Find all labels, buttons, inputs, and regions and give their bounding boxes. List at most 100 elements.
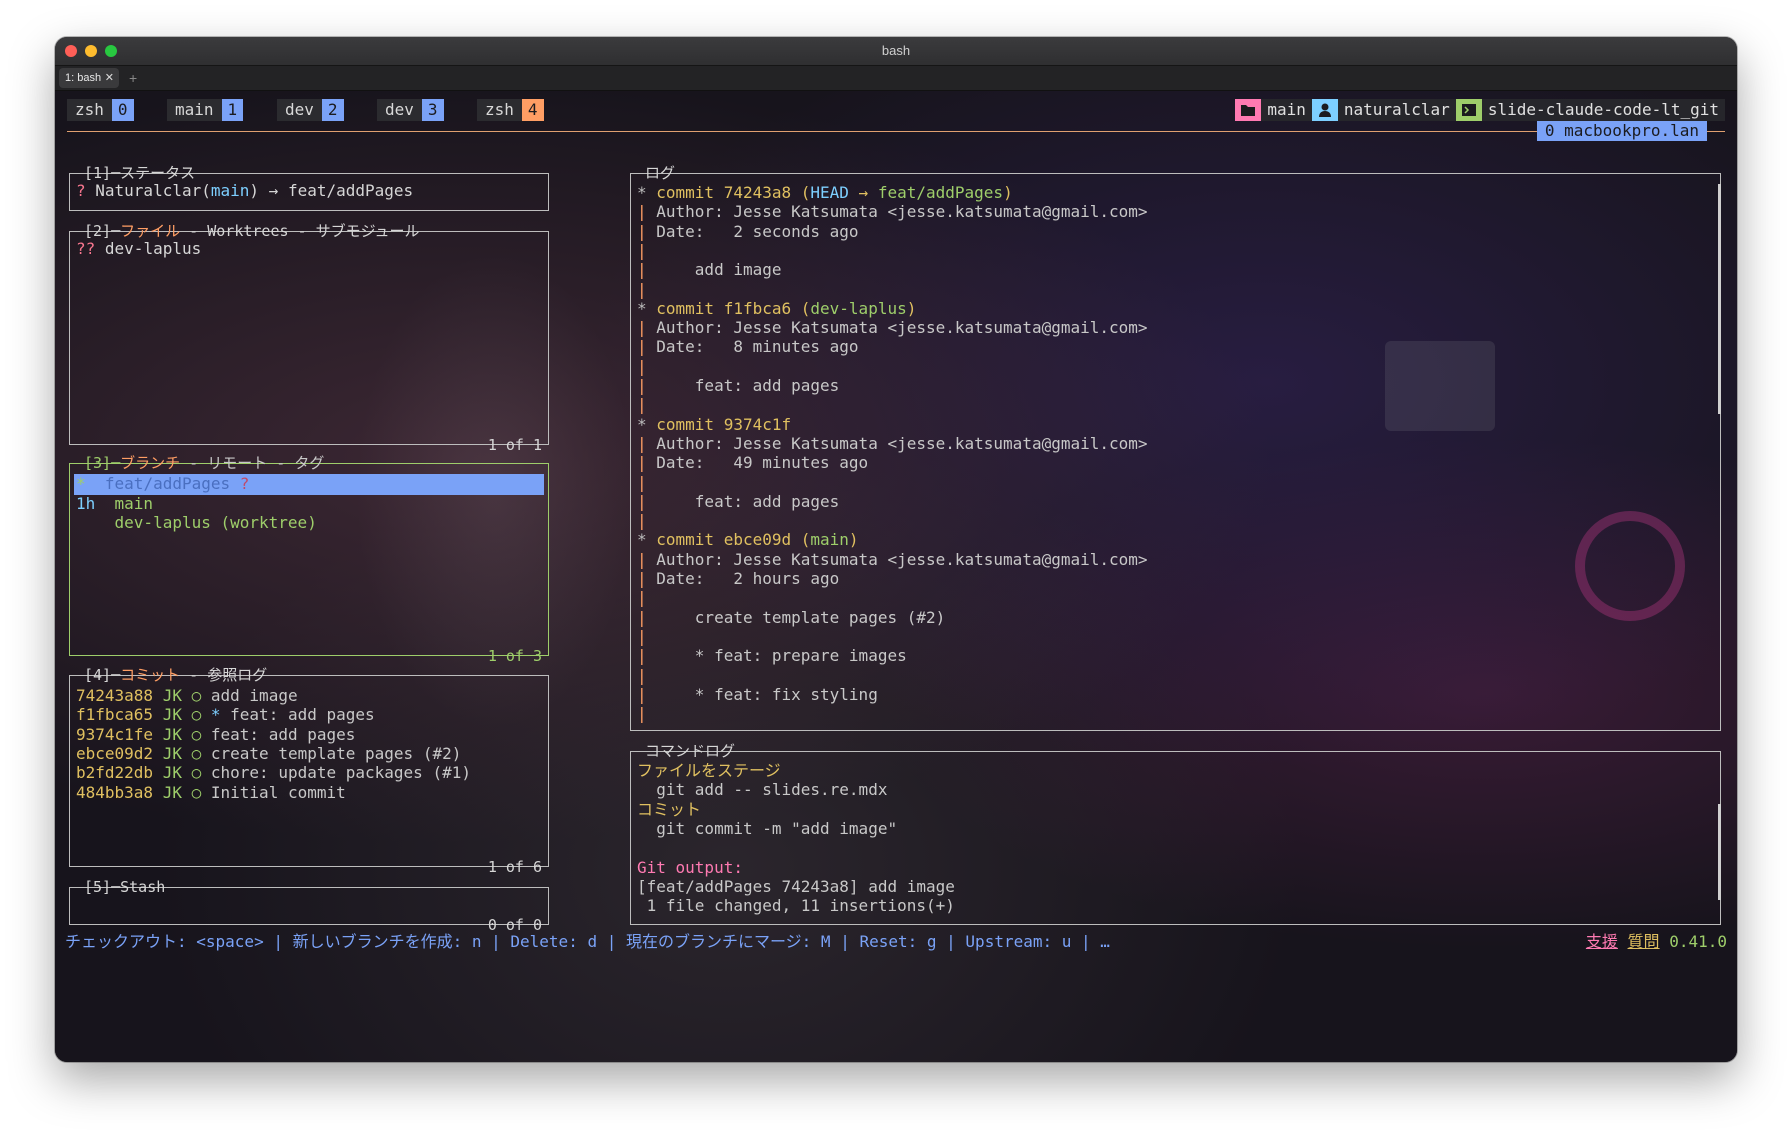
graph-glyph: * xyxy=(637,414,657,434)
commit-author: JK xyxy=(162,724,182,744)
donate-link[interactable]: 支援 xyxy=(1586,932,1618,951)
log-line: | create template pages (#2) xyxy=(637,607,945,629)
tmux-window-2[interactable]: dev 2 xyxy=(277,99,344,121)
log-text: ) xyxy=(1003,183,1013,202)
graph-glyph: | xyxy=(637,472,657,492)
commit-author: JK xyxy=(162,705,182,725)
branch-age: 1h xyxy=(76,494,96,513)
graph-glyph: * xyxy=(637,183,657,202)
tmux-window-4[interactable]: zsh 4 xyxy=(477,99,544,121)
log-text: HEAD xyxy=(810,183,849,202)
command-log-scrollbar[interactable] xyxy=(1718,804,1721,900)
command-log-panel[interactable]: コマンドログ ファイルをステージ git add -- slides.re.md… xyxy=(630,742,1721,925)
commits-panel[interactable]: [4]─コミット - 参照ログ 74243a88 JK ○ add image f… xyxy=(69,666,549,876)
log-panel[interactable]: ログ * commit 74243a8 (HEAD → feat/addPage… xyxy=(630,164,1721,731)
log-text: add image xyxy=(656,260,782,280)
ask-question-link[interactable]: 質問 xyxy=(1628,932,1660,951)
graph-glyph: | xyxy=(637,318,657,338)
host-badge: 0 macbookpro.lan xyxy=(1536,121,1707,141)
graph-glyph: | xyxy=(637,240,657,260)
status-divider xyxy=(67,131,1725,132)
graph-glyph: | xyxy=(637,665,657,685)
tab-branches[interactable]: ブランチ xyxy=(120,454,180,472)
commit-graph-node: ○ xyxy=(191,743,202,763)
commit-author: JK xyxy=(162,763,182,783)
session-name: main xyxy=(1261,99,1312,121)
commit-message: feat: add pages xyxy=(210,724,356,744)
files-count: 1 of 1 xyxy=(487,436,542,454)
keybinding-bar: チェックアウト: <space> | 新しいブランチを作成: n | Delet… xyxy=(65,931,1727,953)
terminal-area: zsh 0 main 1 dev 2 dev 3 zsh 4 main naturalcl… xyxy=(55,91,1737,1062)
log-line: | Date: 2 seconds ago xyxy=(637,221,859,243)
stash-panel[interactable]: [5]─Stash 0 of 0 xyxy=(69,878,549,934)
command-log-title: コマンドログ xyxy=(645,742,736,760)
window-index: 1 xyxy=(221,99,244,121)
branch-name: main xyxy=(114,494,154,513)
log-line: | xyxy=(637,703,656,725)
branch-item-selected[interactable]: * feat/addPages ? xyxy=(76,473,249,495)
graph-glyph: | xyxy=(637,491,657,511)
status-panel[interactable]: [1]─ステータス ? Naturalclar(main) → feat/add… xyxy=(69,164,549,211)
window-index: 2 xyxy=(321,99,344,121)
command-log-line: git commit -m "add image" xyxy=(637,818,898,838)
tab-bash[interactable]: 1: bash ✕ xyxy=(59,68,119,88)
tmux-right-status: main naturalclar slide-claude-code-lt_gi… xyxy=(1235,99,1725,121)
file-item[interactable]: ?? dev-laplus xyxy=(76,238,201,260)
log-text: Author: Jesse Katsumata <jesse.katsumata… xyxy=(656,549,1148,569)
branch-name: feat/addPages xyxy=(104,474,231,493)
graph-glyph: | xyxy=(637,221,657,241)
log-text: * feat: prepare images xyxy=(656,646,907,666)
close-tab-icon[interactable]: ✕ xyxy=(105,68,114,88)
log-text: ) xyxy=(906,298,917,318)
branch-item[interactable]: dev-laplus (worktree) xyxy=(76,512,317,534)
commit-author: JK xyxy=(162,686,182,705)
commit-hash: b2fd22db xyxy=(76,763,154,783)
commit-author: JK xyxy=(162,782,182,802)
log-text: feat/addPages xyxy=(877,183,1004,202)
arrow: → xyxy=(259,181,288,200)
commit-graph-node: ○ xyxy=(191,763,202,783)
terminal-window: bash 1: bash ✕ + zsh 0 main 1 dev 2 dev 3 zs… xyxy=(55,37,1737,1062)
commit-graph-node: ○ xyxy=(191,782,202,802)
tmux-window-0[interactable]: zsh 0 xyxy=(67,99,134,121)
new-tab-button[interactable]: + xyxy=(129,68,137,88)
panel-subtabs[interactable]: - リモート - タグ xyxy=(180,454,324,472)
paren-close: ) xyxy=(249,181,260,200)
log-line: | Date: 2 hours ago xyxy=(637,568,839,590)
graph-glyph: | xyxy=(637,376,657,395)
tmux-window-3[interactable]: dev 3 xyxy=(377,99,444,121)
folder-icon xyxy=(1235,99,1262,121)
graph-glyph: | xyxy=(637,337,657,357)
commit-row[interactable]: 484bb3a8 JK ○ Initial commit xyxy=(76,782,346,804)
log-text: * feat: fix styling xyxy=(656,684,878,704)
user-name: naturalclar xyxy=(1337,99,1456,121)
branches-panel[interactable]: [3]─ブランチ - リモート - タグ * feat/addPages ? 1… xyxy=(69,454,549,665)
tab-commits[interactable]: コミット xyxy=(120,666,180,684)
log-line: | add image xyxy=(637,259,782,281)
files-panel[interactable]: [2]─ファイル - Worktrees - サブモジュール ?? dev-la… xyxy=(69,222,549,454)
window-index: 0 xyxy=(111,99,134,121)
status-prefix: ? xyxy=(76,181,96,200)
log-text: main xyxy=(810,530,849,550)
panel-subtabs[interactable]: - Worktrees - サブモジュール xyxy=(180,222,419,240)
tab-bar: 1: bash ✕ + xyxy=(55,66,1737,91)
log-text: Date: 2 hours ago xyxy=(656,569,840,588)
log-scrollbar[interactable] xyxy=(1718,184,1721,414)
tmux-window-1[interactable]: main 1 xyxy=(167,99,244,121)
user-icon xyxy=(1311,99,1338,121)
log-text: Date: 49 minutes ago xyxy=(656,453,869,473)
panel-subtabs[interactable]: - 参照ログ xyxy=(180,666,267,684)
commit-hash: 9374c1fe xyxy=(76,724,154,744)
window-title: bash xyxy=(881,43,911,58)
commit-message: feat: add pages xyxy=(230,705,375,725)
commit-hash: f1fbca65 xyxy=(76,705,154,725)
